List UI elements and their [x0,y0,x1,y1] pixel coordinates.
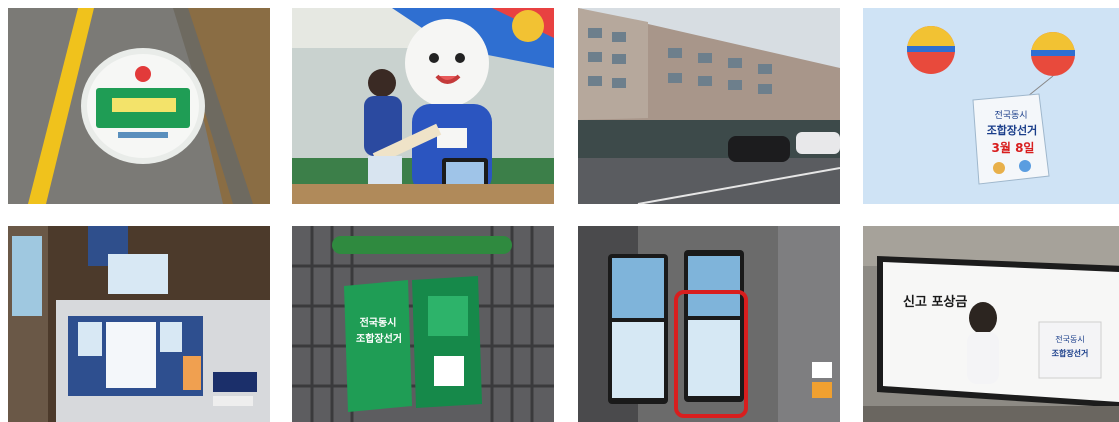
banner-line-1: 전국동시 [994,110,1027,121]
billboard-headline: 신고 포상금 [903,295,967,310]
billboard-line-2: 조합장선거 [1052,348,1089,358]
cart-sign-line-2: 조합장선거 [356,332,402,345]
photo-subway-billboard: 신고 포상금 전국동시 조합장선거 [863,226,1119,422]
balloons-banner-image: 전국동시 조합장선거 3월 8일 [863,8,1119,204]
billboard-line-1: 전국동시 [1055,334,1084,344]
photo-cart-sign: 전국동시 조합장선거 [292,226,554,422]
photo-floor-sticker [8,8,270,204]
cart-sign-image: 전국동시 조합장선거 [292,226,554,422]
subway-billboard-image: 신고 포상금 전국동시 조합장선거 [863,226,1119,422]
banner-line-2: 조합장선거 [987,123,1038,137]
cart-sign-line-1: 전국동시 [360,316,397,329]
banner-line-3: 3월 8일 [992,140,1035,155]
photo-kiosk-posters [8,226,270,422]
floor-sticker-image [8,8,270,204]
photo-elevator-screens [578,226,840,422]
photo-balloons-banner: 전국동시 조합장선거 3월 8일 [863,8,1119,204]
photo-building-street [578,8,840,204]
elevator-screens-image [578,226,840,422]
kiosk-posters-image [8,226,270,422]
mascot-store-image [292,8,554,204]
photo-mascot-store [292,8,554,204]
building-street-image [578,8,840,204]
